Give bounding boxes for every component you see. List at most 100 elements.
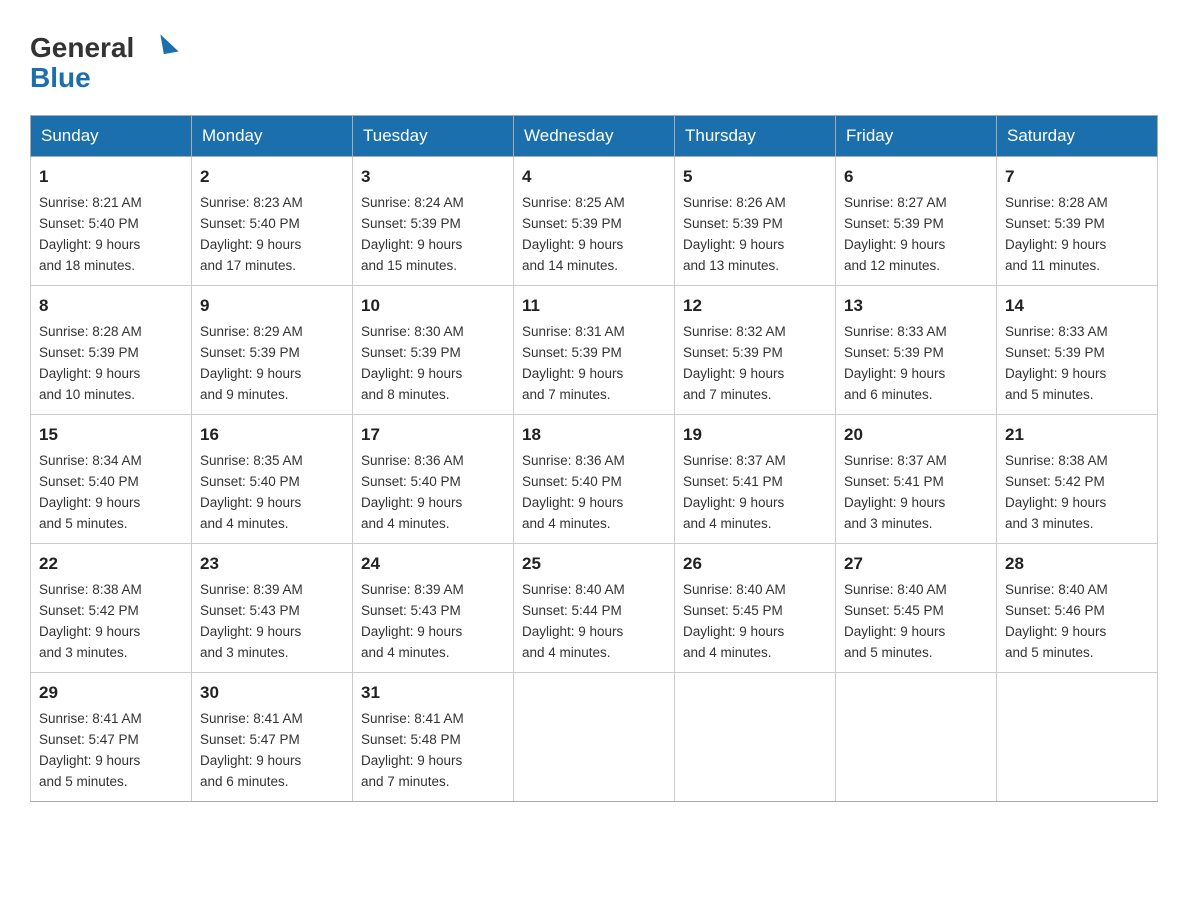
day-number: 6 bbox=[844, 164, 988, 190]
weekday-header-row: SundayMondayTuesdayWednesdayThursdayFrid… bbox=[31, 116, 1158, 157]
calendar-week-row: 29 Sunrise: 8:41 AMSunset: 5:47 PMDayligh… bbox=[31, 673, 1158, 802]
day-number: 17 bbox=[361, 422, 505, 448]
calendar-cell: 19 Sunrise: 8:37 AMSunset: 5:41 PMDayligh… bbox=[675, 415, 836, 544]
day-info: Sunrise: 8:28 AMSunset: 5:39 PMDaylight:… bbox=[39, 324, 142, 402]
calendar-cell: 12Sunrise: 8:32 AMSunset: 5:39 PMDayligh… bbox=[675, 286, 836, 415]
day-info: Sunrise: 8:35 AMSunset: 5:40 PMDaylight:… bbox=[200, 453, 303, 531]
logo: General Blue bbox=[30, 20, 185, 97]
calendar-cell: 7 Sunrise: 8:28 AMSunset: 5:39 PMDaylight… bbox=[997, 157, 1158, 286]
day-number: 23 bbox=[200, 551, 344, 577]
calendar-cell: 14 Sunrise: 8:33 AMSunset: 5:39 PMDayligh… bbox=[997, 286, 1158, 415]
day-number: 13 bbox=[844, 293, 988, 319]
day-number: 9 bbox=[200, 293, 344, 319]
day-info: Sunrise: 8:37 AMSunset: 5:41 PMDaylight:… bbox=[844, 453, 947, 531]
day-number: 29 bbox=[39, 680, 183, 706]
calendar-cell: 1Sunrise: 8:21 AMSunset: 5:40 PMDaylight… bbox=[31, 157, 192, 286]
weekday-header-friday: Friday bbox=[836, 116, 997, 157]
calendar-cell: 6 Sunrise: 8:27 AMSunset: 5:39 PMDaylight… bbox=[836, 157, 997, 286]
day-info: Sunrise: 8:40 AMSunset: 5:45 PMDaylight:… bbox=[844, 582, 947, 660]
day-number: 16 bbox=[200, 422, 344, 448]
calendar-cell: 18 Sunrise: 8:36 AMSunset: 5:40 PMDayligh… bbox=[514, 415, 675, 544]
day-info: Sunrise: 8:24 AMSunset: 5:39 PMDaylight:… bbox=[361, 195, 464, 273]
calendar-cell: 16 Sunrise: 8:35 AMSunset: 5:40 PMDayligh… bbox=[192, 415, 353, 544]
calendar-cell: 25 Sunrise: 8:40 AMSunset: 5:44 PMDayligh… bbox=[514, 544, 675, 673]
day-info: Sunrise: 8:23 AMSunset: 5:40 PMDaylight:… bbox=[200, 195, 303, 273]
calendar-week-row: 15 Sunrise: 8:34 AMSunset: 5:40 PMDayligh… bbox=[31, 415, 1158, 544]
day-info: Sunrise: 8:40 AMSunset: 5:44 PMDaylight:… bbox=[522, 582, 625, 660]
day-number: 21 bbox=[1005, 422, 1149, 448]
day-number: 18 bbox=[522, 422, 666, 448]
day-info: Sunrise: 8:34 AMSunset: 5:40 PMDaylight:… bbox=[39, 453, 142, 531]
day-info: Sunrise: 8:41 AMSunset: 5:47 PMDaylight:… bbox=[200, 711, 303, 789]
day-info: Sunrise: 8:38 AMSunset: 5:42 PMDaylight:… bbox=[1005, 453, 1108, 531]
day-number: 25 bbox=[522, 551, 666, 577]
day-info: Sunrise: 8:40 AMSunset: 5:45 PMDaylight:… bbox=[683, 582, 786, 660]
day-info: Sunrise: 8:36 AMSunset: 5:40 PMDaylight:… bbox=[522, 453, 625, 531]
calendar-cell: 31Sunrise: 8:41 AMSunset: 5:48 PMDayligh… bbox=[353, 673, 514, 802]
calendar-cell: 27 Sunrise: 8:40 AMSunset: 5:45 PMDayligh… bbox=[836, 544, 997, 673]
calendar-cell: 4Sunrise: 8:25 AMSunset: 5:39 PMDaylight… bbox=[514, 157, 675, 286]
page-header: General Blue bbox=[30, 20, 1158, 97]
day-info: Sunrise: 8:27 AMSunset: 5:39 PMDaylight:… bbox=[844, 195, 947, 273]
calendar-cell: 28Sunrise: 8:40 AMSunset: 5:46 PMDayligh… bbox=[997, 544, 1158, 673]
day-info: Sunrise: 8:21 AMSunset: 5:40 PMDaylight:… bbox=[39, 195, 142, 273]
day-info: Sunrise: 8:28 AMSunset: 5:39 PMDaylight:… bbox=[1005, 195, 1108, 273]
day-info: Sunrise: 8:36 AMSunset: 5:40 PMDaylight:… bbox=[361, 453, 464, 531]
weekday-header-sunday: Sunday bbox=[31, 116, 192, 157]
calendar-cell: 9Sunrise: 8:29 AMSunset: 5:39 PMDaylight… bbox=[192, 286, 353, 415]
calendar-cell: 11Sunrise: 8:31 AMSunset: 5:39 PMDayligh… bbox=[514, 286, 675, 415]
day-number: 19 bbox=[683, 422, 827, 448]
calendar-week-row: 8 Sunrise: 8:28 AMSunset: 5:39 PMDaylight… bbox=[31, 286, 1158, 415]
day-number: 3 bbox=[361, 164, 505, 190]
weekday-header-thursday: Thursday bbox=[675, 116, 836, 157]
weekday-header-tuesday: Tuesday bbox=[353, 116, 514, 157]
day-number: 27 bbox=[844, 551, 988, 577]
calendar-table: SundayMondayTuesdayWednesdayThursdayFrid… bbox=[30, 115, 1158, 802]
day-info: Sunrise: 8:39 AMSunset: 5:43 PMDaylight:… bbox=[361, 582, 464, 660]
calendar-cell: 20 Sunrise: 8:37 AMSunset: 5:41 PMDayligh… bbox=[836, 415, 997, 544]
calendar-cell: 3 Sunrise: 8:24 AMSunset: 5:39 PMDaylight… bbox=[353, 157, 514, 286]
day-info: Sunrise: 8:37 AMSunset: 5:41 PMDaylight:… bbox=[683, 453, 786, 531]
calendar-cell bbox=[514, 673, 675, 802]
calendar-cell: 8 Sunrise: 8:28 AMSunset: 5:39 PMDaylight… bbox=[31, 286, 192, 415]
day-number: 14 bbox=[1005, 293, 1149, 319]
day-number: 7 bbox=[1005, 164, 1149, 190]
day-info: Sunrise: 8:39 AMSunset: 5:43 PMDaylight:… bbox=[200, 582, 303, 660]
day-number: 26 bbox=[683, 551, 827, 577]
weekday-header-saturday: Saturday bbox=[997, 116, 1158, 157]
calendar-cell: 5 Sunrise: 8:26 AMSunset: 5:39 PMDaylight… bbox=[675, 157, 836, 286]
calendar-cell: 24Sunrise: 8:39 AMSunset: 5:43 PMDayligh… bbox=[353, 544, 514, 673]
day-number: 20 bbox=[844, 422, 988, 448]
logo-svg: General Blue bbox=[30, 25, 185, 97]
day-number: 8 bbox=[39, 293, 183, 319]
day-info: Sunrise: 8:25 AMSunset: 5:39 PMDaylight:… bbox=[522, 195, 625, 273]
day-info: Sunrise: 8:26 AMSunset: 5:39 PMDaylight:… bbox=[683, 195, 786, 273]
calendar-cell: 2 Sunrise: 8:23 AMSunset: 5:40 PMDaylight… bbox=[192, 157, 353, 286]
calendar-cell: 29 Sunrise: 8:41 AMSunset: 5:47 PMDayligh… bbox=[31, 673, 192, 802]
calendar-cell: 17 Sunrise: 8:36 AMSunset: 5:40 PMDayligh… bbox=[353, 415, 514, 544]
calendar-cell bbox=[675, 673, 836, 802]
svg-text:General: General bbox=[30, 32, 134, 63]
weekday-header-monday: Monday bbox=[192, 116, 353, 157]
calendar-cell: 30 Sunrise: 8:41 AMSunset: 5:47 PMDayligh… bbox=[192, 673, 353, 802]
day-number: 12 bbox=[683, 293, 827, 319]
day-info: Sunrise: 8:41 AMSunset: 5:47 PMDaylight:… bbox=[39, 711, 142, 789]
calendar-cell: 13Sunrise: 8:33 AMSunset: 5:39 PMDayligh… bbox=[836, 286, 997, 415]
day-number: 2 bbox=[200, 164, 344, 190]
calendar-cell: 21 Sunrise: 8:38 AMSunset: 5:42 PMDayligh… bbox=[997, 415, 1158, 544]
day-number: 28 bbox=[1005, 551, 1149, 577]
day-number: 15 bbox=[39, 422, 183, 448]
calendar-cell bbox=[836, 673, 997, 802]
day-number: 10 bbox=[361, 293, 505, 319]
calendar-cell: 10Sunrise: 8:30 AMSunset: 5:39 PMDayligh… bbox=[353, 286, 514, 415]
day-number: 5 bbox=[683, 164, 827, 190]
day-info: Sunrise: 8:33 AMSunset: 5:39 PMDaylight:… bbox=[1005, 324, 1108, 402]
day-number: 22 bbox=[39, 551, 183, 577]
calendar-week-row: 1Sunrise: 8:21 AMSunset: 5:40 PMDaylight… bbox=[31, 157, 1158, 286]
weekday-header-wednesday: Wednesday bbox=[514, 116, 675, 157]
day-number: 31 bbox=[361, 680, 505, 706]
calendar-cell bbox=[997, 673, 1158, 802]
calendar-week-row: 22Sunrise: 8:38 AMSunset: 5:42 PMDayligh… bbox=[31, 544, 1158, 673]
day-number: 30 bbox=[200, 680, 344, 706]
calendar-cell: 22Sunrise: 8:38 AMSunset: 5:42 PMDayligh… bbox=[31, 544, 192, 673]
